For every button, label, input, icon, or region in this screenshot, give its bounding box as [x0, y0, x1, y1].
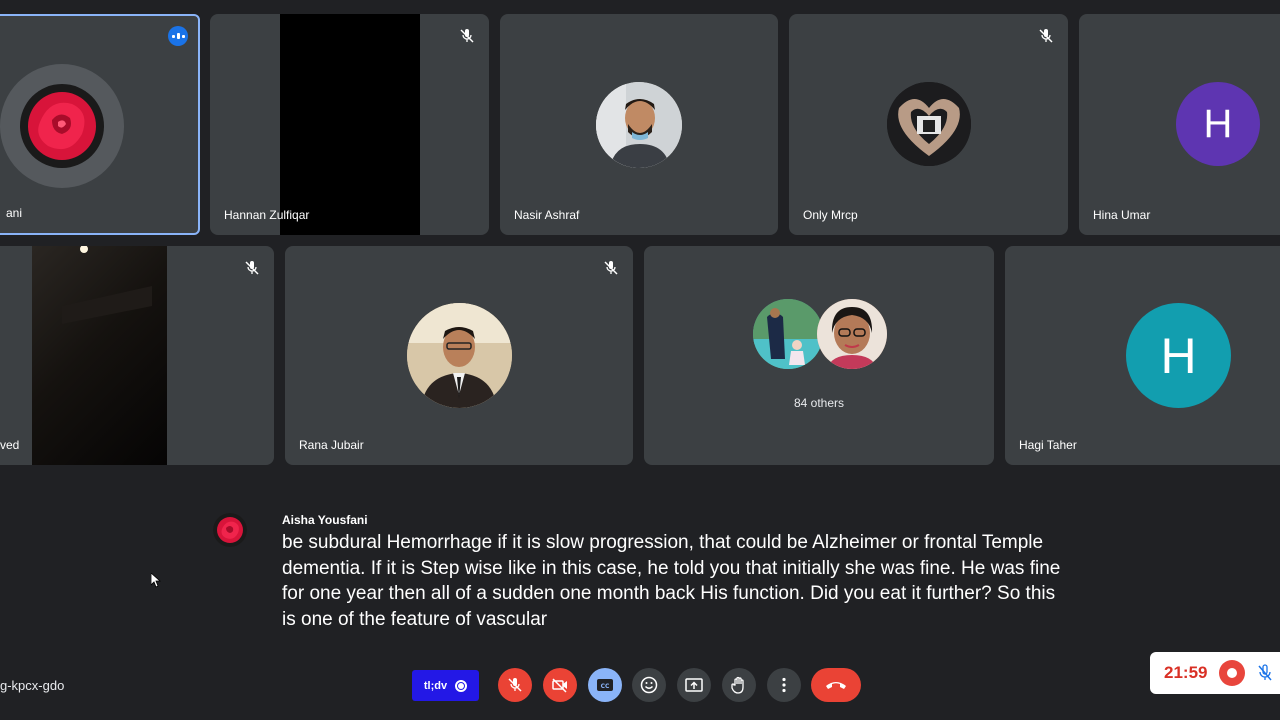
participant-name: Nasir Ashraf — [514, 208, 580, 222]
emoji-button[interactable] — [632, 668, 666, 702]
participant-tile-aisha[interactable]: ani — [0, 14, 200, 235]
mic-toggle-button[interactable] — [498, 668, 532, 702]
avatar — [407, 303, 512, 408]
participant-tile-ved[interactable]: ved — [0, 246, 274, 465]
video-feed — [280, 14, 420, 235]
camera-toggle-button[interactable] — [543, 668, 577, 702]
mic-off-icon[interactable] — [1257, 664, 1273, 682]
participant-tile-hagi[interactable]: H Hagi Taher — [1005, 246, 1280, 465]
video-feed — [32, 246, 167, 465]
avatar — [0, 64, 124, 188]
recording-timer: 21:59 — [1164, 663, 1208, 682]
participant-name: Hannan Zulfiqar — [224, 208, 310, 222]
raise-hand-button[interactable] — [722, 668, 756, 702]
participant-tile-hannan[interactable]: Hannan Zulfiqar — [210, 14, 489, 235]
participant-name: Rana Jubair — [299, 438, 364, 452]
participant-tile-others[interactable]: 84 others — [644, 246, 994, 465]
more-options-button[interactable] — [767, 668, 801, 702]
participant-tile-nasir[interactable]: Nasir Ashraf — [500, 14, 778, 235]
captions-button[interactable]: CC — [588, 668, 622, 702]
avatar — [887, 82, 971, 166]
recording-widget[interactable]: 21:59 — [1150, 652, 1280, 694]
participant-name: Hina Umar — [1093, 208, 1151, 222]
avatar — [817, 299, 887, 369]
participant-name: ani — [6, 206, 23, 220]
captions-icon: CC — [597, 679, 613, 691]
participant-name: Only Mrcp — [803, 208, 858, 222]
avatar — [596, 82, 682, 168]
participant-tile-rana[interactable]: Rana Jubair — [285, 246, 633, 465]
leave-call-button[interactable] — [811, 668, 861, 702]
meeting-code[interactable]: g-kpcx-gdo — [0, 678, 64, 693]
svg-text:CC: CC — [601, 683, 610, 690]
avatar: H — [1176, 82, 1260, 166]
tldv-label: tl;dv — [423, 679, 448, 692]
participant-name: Hagi Taher — [1019, 438, 1077, 452]
caption-speaker-name: Aisha Yousfani — [282, 513, 368, 527]
mic-off-icon — [508, 678, 522, 692]
caption-text: be subdural Hemorrhage if it is slow pro… — [282, 532, 1061, 630]
tldv-record-button[interactable]: tl;dv — [412, 670, 479, 701]
others-count: 84 others — [793, 396, 845, 410]
record-dot-icon — [1227, 668, 1238, 678]
caption-speaker-avatar — [213, 513, 247, 547]
avatar-initial: H — [1160, 327, 1197, 384]
more-options-icon — [782, 677, 786, 693]
participant-name: ved — [0, 438, 20, 452]
camera-off-icon — [552, 678, 567, 693]
mic-off-icon — [1039, 29, 1053, 43]
mouse-cursor-icon — [151, 573, 161, 588]
participant-tile-only[interactable]: Only Mrcp — [789, 14, 1068, 235]
mic-off-icon — [245, 261, 259, 275]
record-dot-icon — [455, 679, 468, 692]
present-screen-button[interactable] — [677, 668, 711, 702]
mic-off-icon — [460, 29, 474, 43]
avatar-initial: H — [1203, 101, 1233, 146]
present-icon — [685, 678, 703, 692]
emoji-icon — [640, 676, 658, 694]
speaking-indicator-icon — [168, 26, 188, 46]
stop-recording-button[interactable] — [1219, 660, 1246, 686]
hangup-icon — [826, 682, 846, 689]
mic-off-icon — [604, 261, 618, 275]
raise-hand-icon — [731, 676, 744, 694]
avatar — [753, 299, 823, 369]
avatar: H — [1126, 303, 1231, 408]
participant-tile-hina[interactable]: H Hina Umar — [1079, 14, 1280, 235]
